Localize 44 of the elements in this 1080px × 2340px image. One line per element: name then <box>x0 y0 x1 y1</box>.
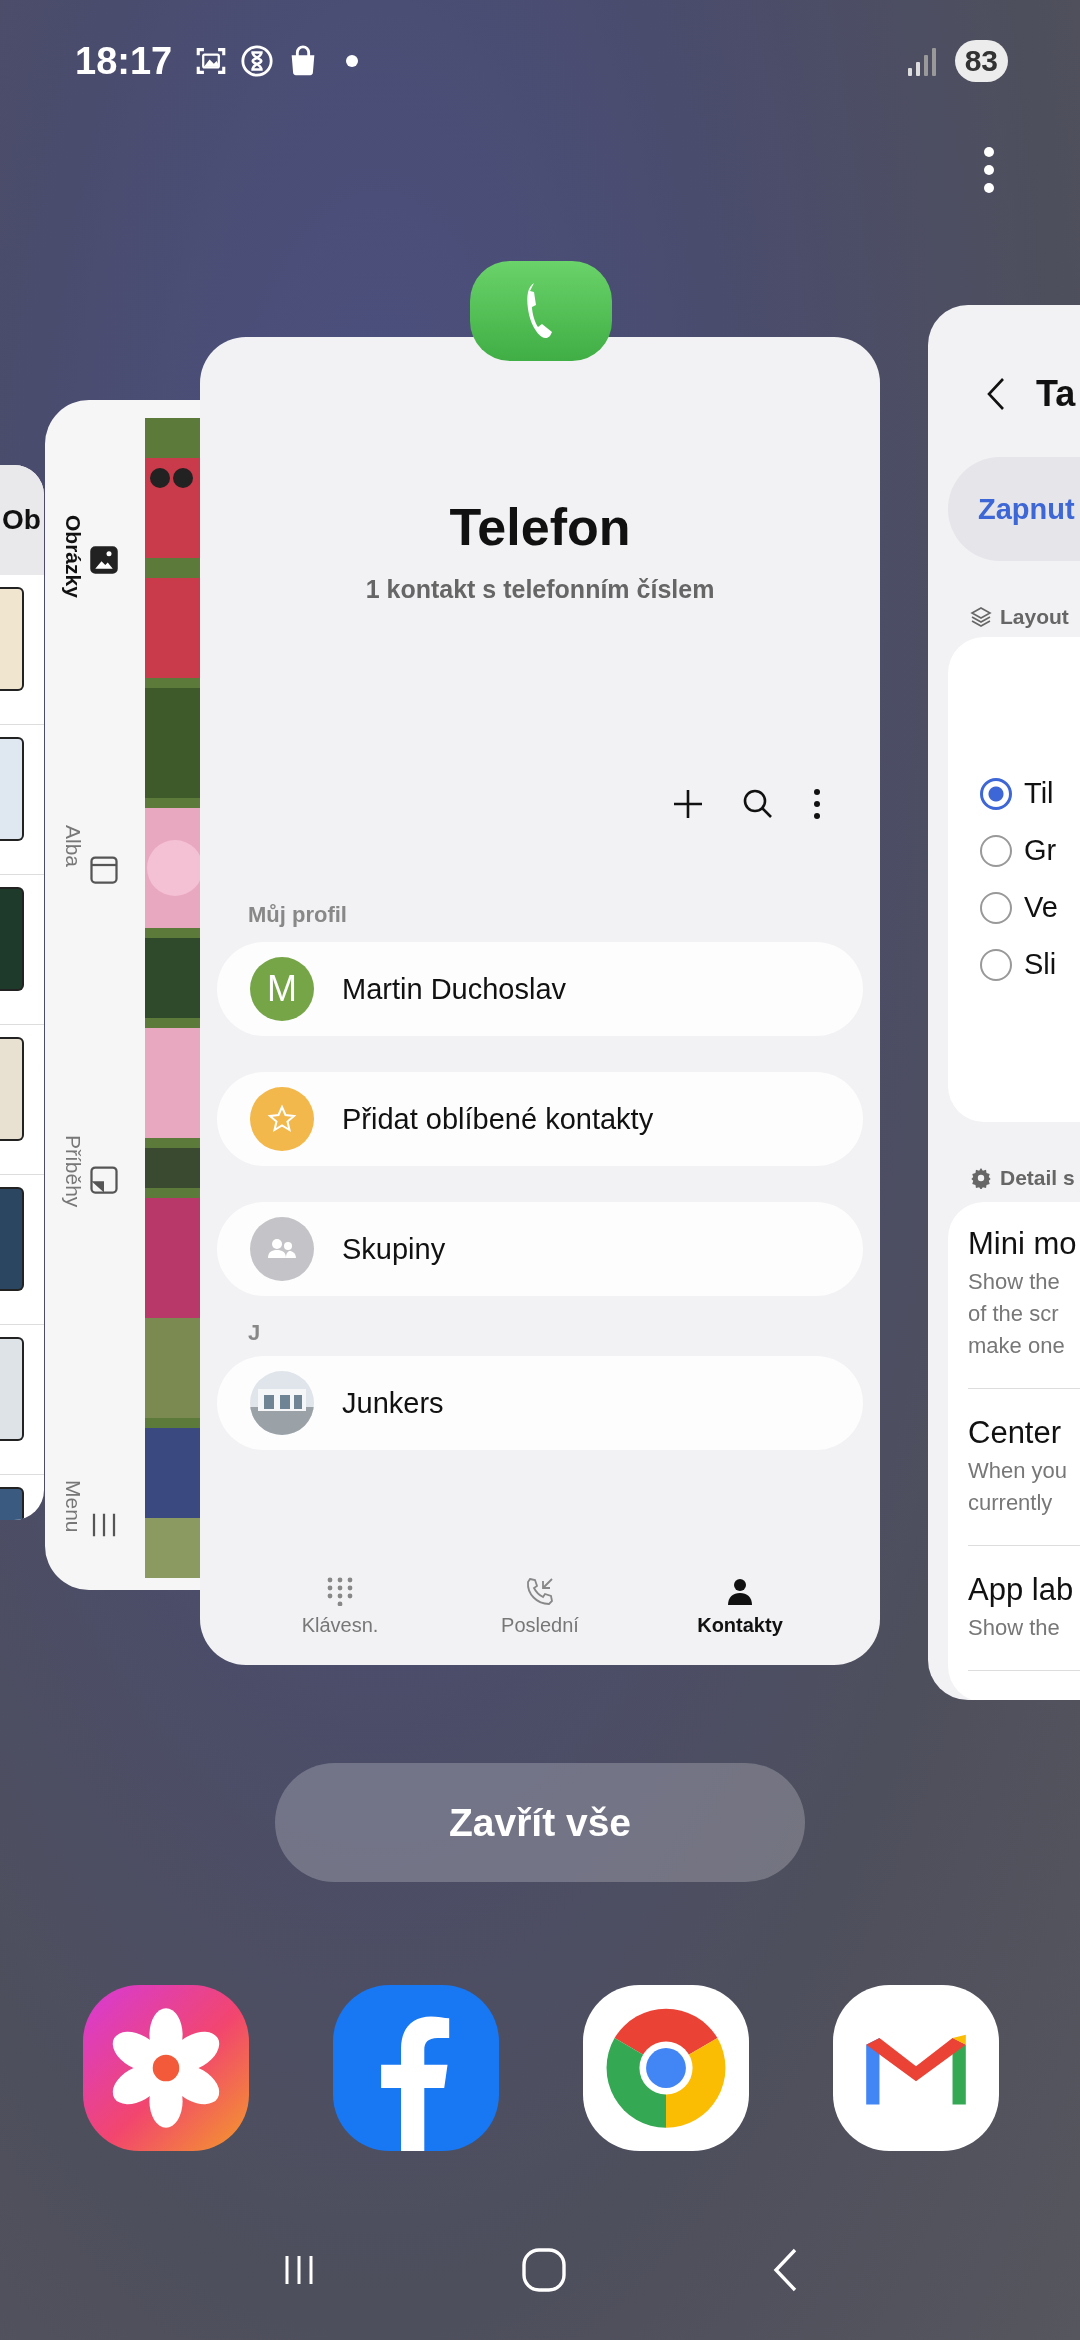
tab[interactable]: Klávesn. <box>260 1576 420 1637</box>
app-card[interactable]: Ob <box>0 465 44 1520</box>
app-title: Ob <box>1 504 41 536</box>
app-title: Telefon <box>448 497 632 557</box>
section-header: J <box>248 1320 262 1346</box>
option-label: Til <box>1024 777 1054 810</box>
setting-description: When you currently <box>968 1457 1069 1517</box>
list-item[interactable]: M Martin Duchoslav <box>217 942 863 1036</box>
contact-name: Martin Duchoslav <box>342 972 567 1006</box>
contact-name: Skupiny <box>342 1232 446 1266</box>
list-item[interactable]: Skupiny <box>217 1202 863 1296</box>
setting-description: Show the of the scr make one <box>968 1268 1066 1360</box>
nav-item[interactable]: Alba <box>61 825 85 935</box>
nav-item[interactable]: Menu <box>61 1480 85 1590</box>
list-item[interactable]: Přidat oblíbené kontakty <box>217 1072 863 1166</box>
section-header: Detail s <box>1000 1166 1075 1190</box>
contact-name: Přidat oblíbené kontakty <box>342 1102 654 1136</box>
section-header: Layout <box>1000 605 1069 629</box>
setting-title: App lab <box>968 1572 1075 1608</box>
option-label: Gr <box>1024 834 1057 867</box>
tab[interactable]: Poslední <box>460 1576 620 1637</box>
option-label: Ve <box>1024 891 1058 924</box>
list-item[interactable]: Junkers <box>217 1356 863 1450</box>
settings-item[interactable]: Mini mo Show the of the scr make one <box>968 1226 1080 1389</box>
setting-title: Center <box>968 1415 1063 1451</box>
close-all-button[interactable]: Zavřít vše <box>275 1763 805 1882</box>
app-card[interactable]: Ta Zapnut Layout Til Gr Ve Sli Detail s Mini mo Show the of the scr make one Center When you currently App lab Show the <box>928 305 1080 1700</box>
settings-item[interactable]: App lab Show the <box>968 1572 1080 1671</box>
battery-indicator: 83 <box>954 40 1008 82</box>
clock: 18:17 <box>75 39 173 83</box>
app-card[interactable]: Telefon 1 kontakt s telefonním číslem Můj profil M Martin Duchoslav Přidat oblíbené kontakty Skupiny J Junkers Klávesn. Poslední Kontakty <box>200 337 880 1665</box>
setting-title: Mini mo <box>968 1226 1078 1262</box>
setting-description: Show the <box>968 1614 1061 1642</box>
option-label: Sli <box>1024 948 1057 981</box>
section-header: Můj profil <box>248 902 348 928</box>
nav-item[interactable]: Příběhy <box>61 1135 85 1245</box>
toggle-bar[interactable]: Zapnut <box>948 457 1080 561</box>
tab[interactable]: Kontakty <box>660 1576 820 1637</box>
nav-item[interactable]: Obrázky <box>61 515 85 625</box>
screen-title: Ta <box>1036 373 1076 415</box>
contact-count: 1 kontakt s telefonním číslem <box>364 575 716 604</box>
avatar: M <box>250 957 314 1021</box>
settings-item[interactable]: Center When you currently <box>968 1415 1080 1546</box>
contact-name: Junkers <box>342 1386 444 1420</box>
